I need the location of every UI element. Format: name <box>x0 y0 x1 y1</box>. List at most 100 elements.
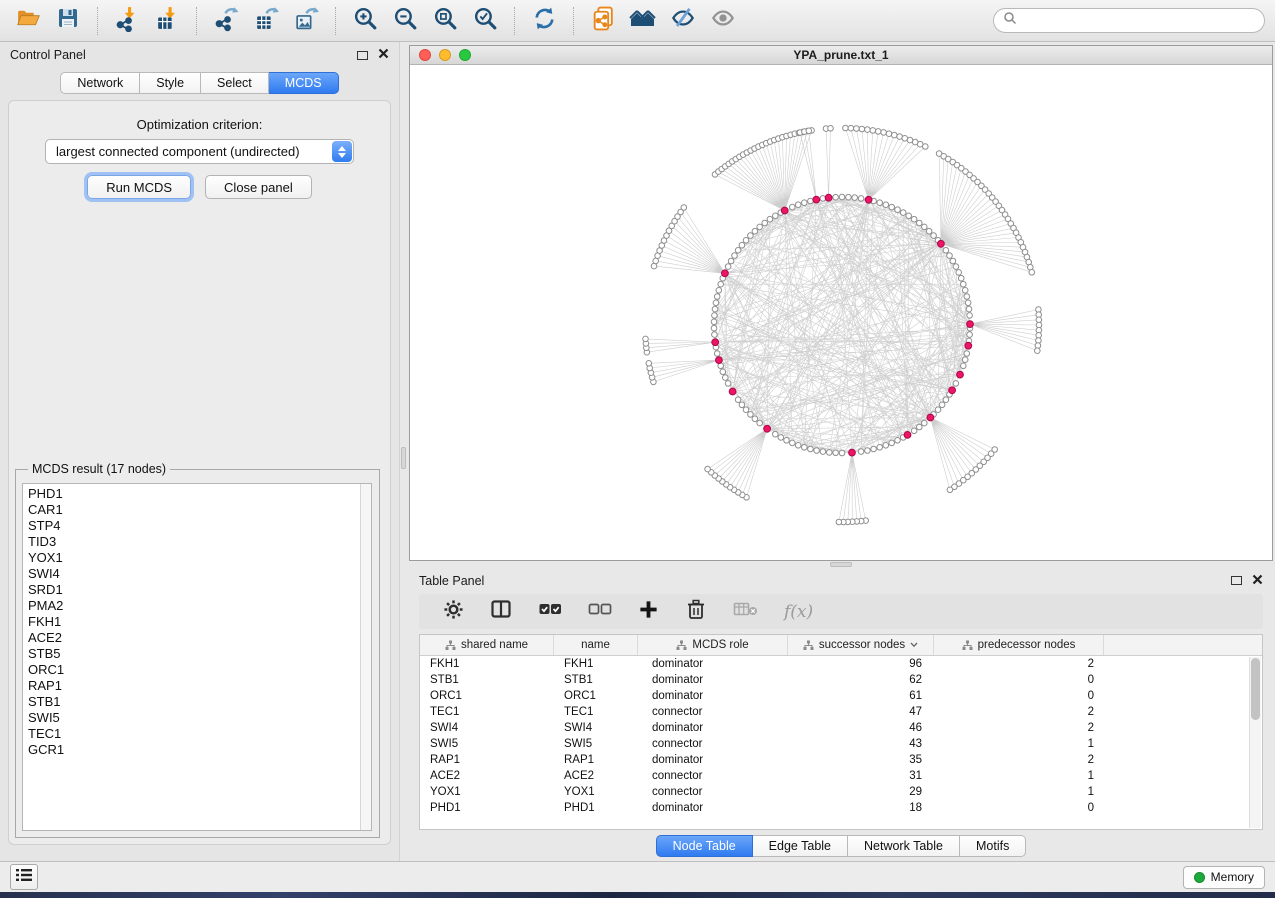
import-table-button[interactable] <box>149 5 185 37</box>
run-mcds-button[interactable]: Run MCDS <box>87 175 191 199</box>
table-row[interactable]: PHD1PHD1dominator180 <box>420 800 1262 816</box>
float-panel-icon[interactable] <box>357 51 368 60</box>
horizontal-splitter[interactable] <box>407 561 1275 568</box>
mcds-result-item[interactable]: SWI5 <box>28 710 371 726</box>
show-column-button[interactable] <box>490 598 512 625</box>
cell-shared_name: RAP1 <box>420 754 554 766</box>
tab-edge-table[interactable]: Edge Table <box>753 835 848 857</box>
mcds-result-item[interactable]: ACE2 <box>28 630 371 646</box>
optimization-criterion-select[interactable]: largest connected component (undirected) <box>45 139 354 164</box>
cell-shared_name: PHD1 <box>420 802 554 814</box>
tab-node-table[interactable]: Node Table <box>656 835 753 857</box>
mcds-result-item[interactable]: STP4 <box>28 518 371 534</box>
save-floppy-icon <box>55 5 81 36</box>
tab-motifs[interactable]: Motifs <box>960 835 1026 857</box>
tab-style[interactable]: Style <box>140 72 201 94</box>
zoom-fit-button[interactable] <box>427 5 463 37</box>
splitter-grip[interactable] <box>830 562 852 567</box>
double-house-button[interactable] <box>625 5 661 37</box>
zoom-in-button[interactable] <box>347 5 383 37</box>
close-panel-button[interactable]: Close panel <box>205 175 312 199</box>
delete-column-button[interactable] <box>685 598 707 625</box>
column-header-predecessor-nodes[interactable]: predecessor nodes <box>934 635 1104 655</box>
export-network-icon <box>213 5 240 37</box>
table-panel-header: Table Panel <box>409 568 1273 593</box>
sort-chevron-icon <box>910 642 918 648</box>
eye-slash-button[interactable] <box>665 5 701 37</box>
zoom-out-button[interactable] <box>387 5 423 37</box>
mcds-result-item[interactable]: YOX1 <box>28 550 371 566</box>
select-all-button[interactable] <box>538 598 562 625</box>
column-header-name[interactable]: name <box>554 635 638 655</box>
import-network-button[interactable] <box>109 5 145 37</box>
mcds-result-item[interactable]: TID3 <box>28 534 371 550</box>
splitter-grip[interactable] <box>401 447 406 469</box>
vertical-splitter[interactable] <box>400 42 407 861</box>
export-table-button[interactable] <box>248 5 284 37</box>
maximize-window-icon[interactable] <box>459 49 471 61</box>
zoom-selected-button[interactable] <box>467 5 503 37</box>
table-row[interactable]: RAP1RAP1dominator352 <box>420 752 1262 768</box>
cell-role: dominator <box>638 690 788 702</box>
tab-network-table[interactable]: Network Table <box>848 835 960 857</box>
float-panel-icon[interactable] <box>1231 576 1242 585</box>
unselect-all-button[interactable] <box>588 598 612 625</box>
column-header-successor-nodes[interactable]: successor nodes <box>788 635 934 655</box>
attribute-type-icon <box>676 640 687 651</box>
add-column-button[interactable] <box>638 599 659 625</box>
mcds-result-item[interactable]: PMA2 <box>28 598 371 614</box>
task-history-button[interactable] <box>10 864 38 890</box>
table-tabs: Node Table Edge Table Network Table Moti… <box>409 830 1273 861</box>
network-canvas-svg[interactable] <box>410 65 1272 560</box>
mcds-result-item[interactable]: GCR1 <box>28 742 371 758</box>
export-image-button[interactable] <box>288 5 324 37</box>
mcds-result-item[interactable]: TEC1 <box>28 726 371 742</box>
table-row[interactable]: SWI4SWI4dominator462 <box>420 720 1262 736</box>
table-row[interactable]: TEC1TEC1connector472 <box>420 704 1262 720</box>
table-row[interactable]: STB1STB1dominator620 <box>420 672 1262 688</box>
search-input[interactable] <box>1023 14 1255 28</box>
cell-name: ORC1 <box>554 690 638 702</box>
table-row[interactable]: SWI5SWI5connector431 <box>420 736 1262 752</box>
unchecked-boxes-icon <box>588 598 612 625</box>
cell-role: connector <box>638 786 788 798</box>
table-row[interactable]: YOX1YOX1connector291 <box>420 784 1262 800</box>
table-settings-button[interactable] <box>443 599 464 625</box>
minimize-window-icon[interactable] <box>439 49 451 61</box>
mcds-result-item[interactable]: FKH1 <box>28 614 371 630</box>
cell-role: connector <box>638 706 788 718</box>
tab-network[interactable]: Network <box>60 72 140 94</box>
tab-mcds[interactable]: MCDS <box>269 72 339 94</box>
mcds-result-item[interactable]: SWI4 <box>28 566 371 582</box>
mcds-result-item[interactable]: STB5 <box>28 646 371 662</box>
mcds-result-item[interactable]: CAR1 <box>28 502 371 518</box>
mcds-result-item[interactable]: SRD1 <box>28 582 371 598</box>
close-panel-icon[interactable] <box>1252 572 1263 590</box>
table-row[interactable]: ACE2ACE2connector311 <box>420 768 1262 784</box>
export-network-button[interactable] <box>208 5 244 37</box>
close-window-icon[interactable] <box>419 49 431 61</box>
open-session-button[interactable] <box>10 5 46 37</box>
network-canvas[interactable] <box>410 65 1272 560</box>
column-header-mcds-role[interactable]: MCDS role <box>638 635 788 655</box>
tab-select[interactable]: Select <box>201 72 269 94</box>
close-panel-icon[interactable] <box>378 46 389 64</box>
control-panel-tabs: Network Style Select MCDS <box>0 72 399 94</box>
eye-button[interactable] <box>705 5 741 37</box>
save-session-button[interactable] <box>50 5 86 37</box>
table-scrollbar[interactable] <box>1249 657 1261 828</box>
column-header-shared-name[interactable]: shared name <box>420 635 554 655</box>
mcds-result-item[interactable]: RAP1 <box>28 678 371 694</box>
mcds-list-scrollbar[interactable] <box>360 484 371 830</box>
toolbar-separator <box>514 7 515 35</box>
table-row[interactable]: ORC1ORC1dominator610 <box>420 688 1262 704</box>
mcds-result-item[interactable]: PHD1 <box>28 486 371 502</box>
mcds-result-item[interactable]: ORC1 <box>28 662 371 678</box>
memory-button[interactable]: Memory <box>1183 866 1265 889</box>
mcds-result-item[interactable]: STB1 <box>28 694 371 710</box>
share-document-button[interactable] <box>585 5 621 37</box>
refresh-button[interactable] <box>526 5 562 37</box>
table-scrollbar-thumb[interactable] <box>1251 658 1260 720</box>
table-toolbar: f(x) <box>419 594 1263 629</box>
table-row[interactable]: FKH1FKH1dominator962 <box>420 656 1262 672</box>
